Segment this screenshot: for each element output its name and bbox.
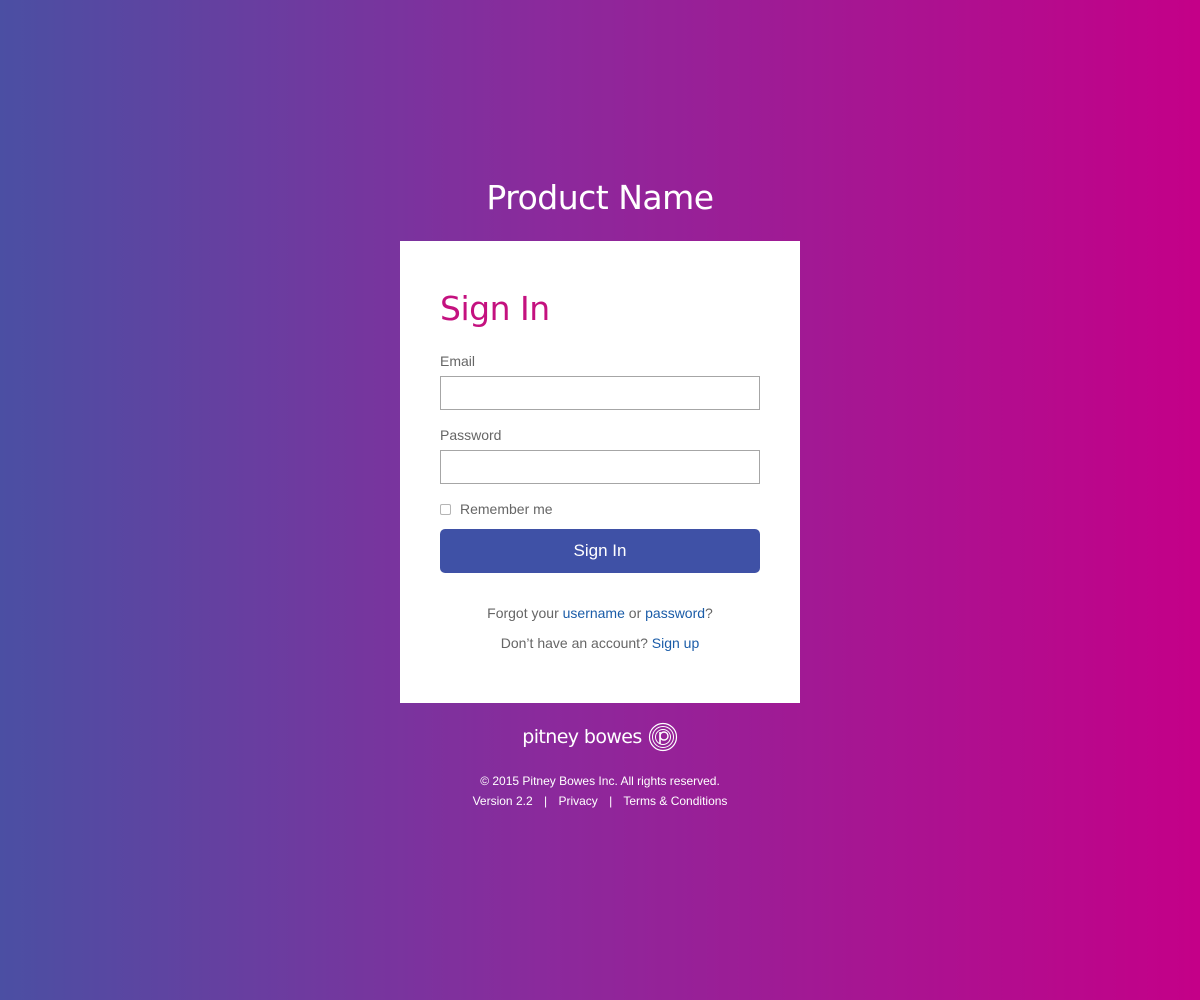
copyright-text: © 2015 Pitney Bowes Inc. All rights rese… (480, 774, 720, 788)
forgot-password-link[interactable]: password (645, 605, 705, 621)
no-account-text: Don’t have an account? (500, 635, 648, 651)
password-field[interactable] (440, 450, 760, 484)
signup-line: Don’t have an account? Sign up (400, 634, 800, 652)
email-label: Email (440, 353, 476, 369)
sign-up-link[interactable]: Sign up (652, 635, 699, 651)
pitney-bowes-logo-icon (648, 722, 677, 752)
footer-links: Version 2.2 | Privacy | Terms & Conditio… (0, 793, 1200, 809)
terms-link[interactable]: Terms & Conditions (623, 794, 727, 808)
version-text: Version 2.2 (472, 794, 533, 808)
password-label: Password (440, 427, 502, 443)
sign-in-button[interactable]: Sign In (440, 529, 760, 573)
forgot-suffix-text: ? (705, 605, 713, 621)
remember-me-label[interactable]: Remember me (460, 501, 553, 517)
sign-in-card: Sign In Email Password Remember me Sign … (400, 241, 800, 703)
brand-wordmark: pitney bowes (522, 726, 642, 748)
forgot-username-link[interactable]: username (563, 605, 625, 621)
footer-separator: | (609, 794, 613, 808)
remember-me-row: Remember me (440, 501, 553, 517)
product-name-heading: Product Name (486, 178, 714, 217)
forgot-credentials-line: Forgot your username or password? (400, 604, 800, 622)
privacy-link[interactable]: Privacy (558, 794, 597, 808)
sign-in-title: Sign In (440, 289, 550, 328)
forgot-prefix-text: Forgot your (487, 605, 559, 621)
remember-me-checkbox[interactable] (440, 503, 451, 515)
brand-footer-logo: pitney bowes (0, 722, 1200, 752)
footer-separator: | (543, 794, 548, 808)
email-field[interactable] (440, 376, 760, 410)
forgot-or-text: or (628, 605, 642, 621)
